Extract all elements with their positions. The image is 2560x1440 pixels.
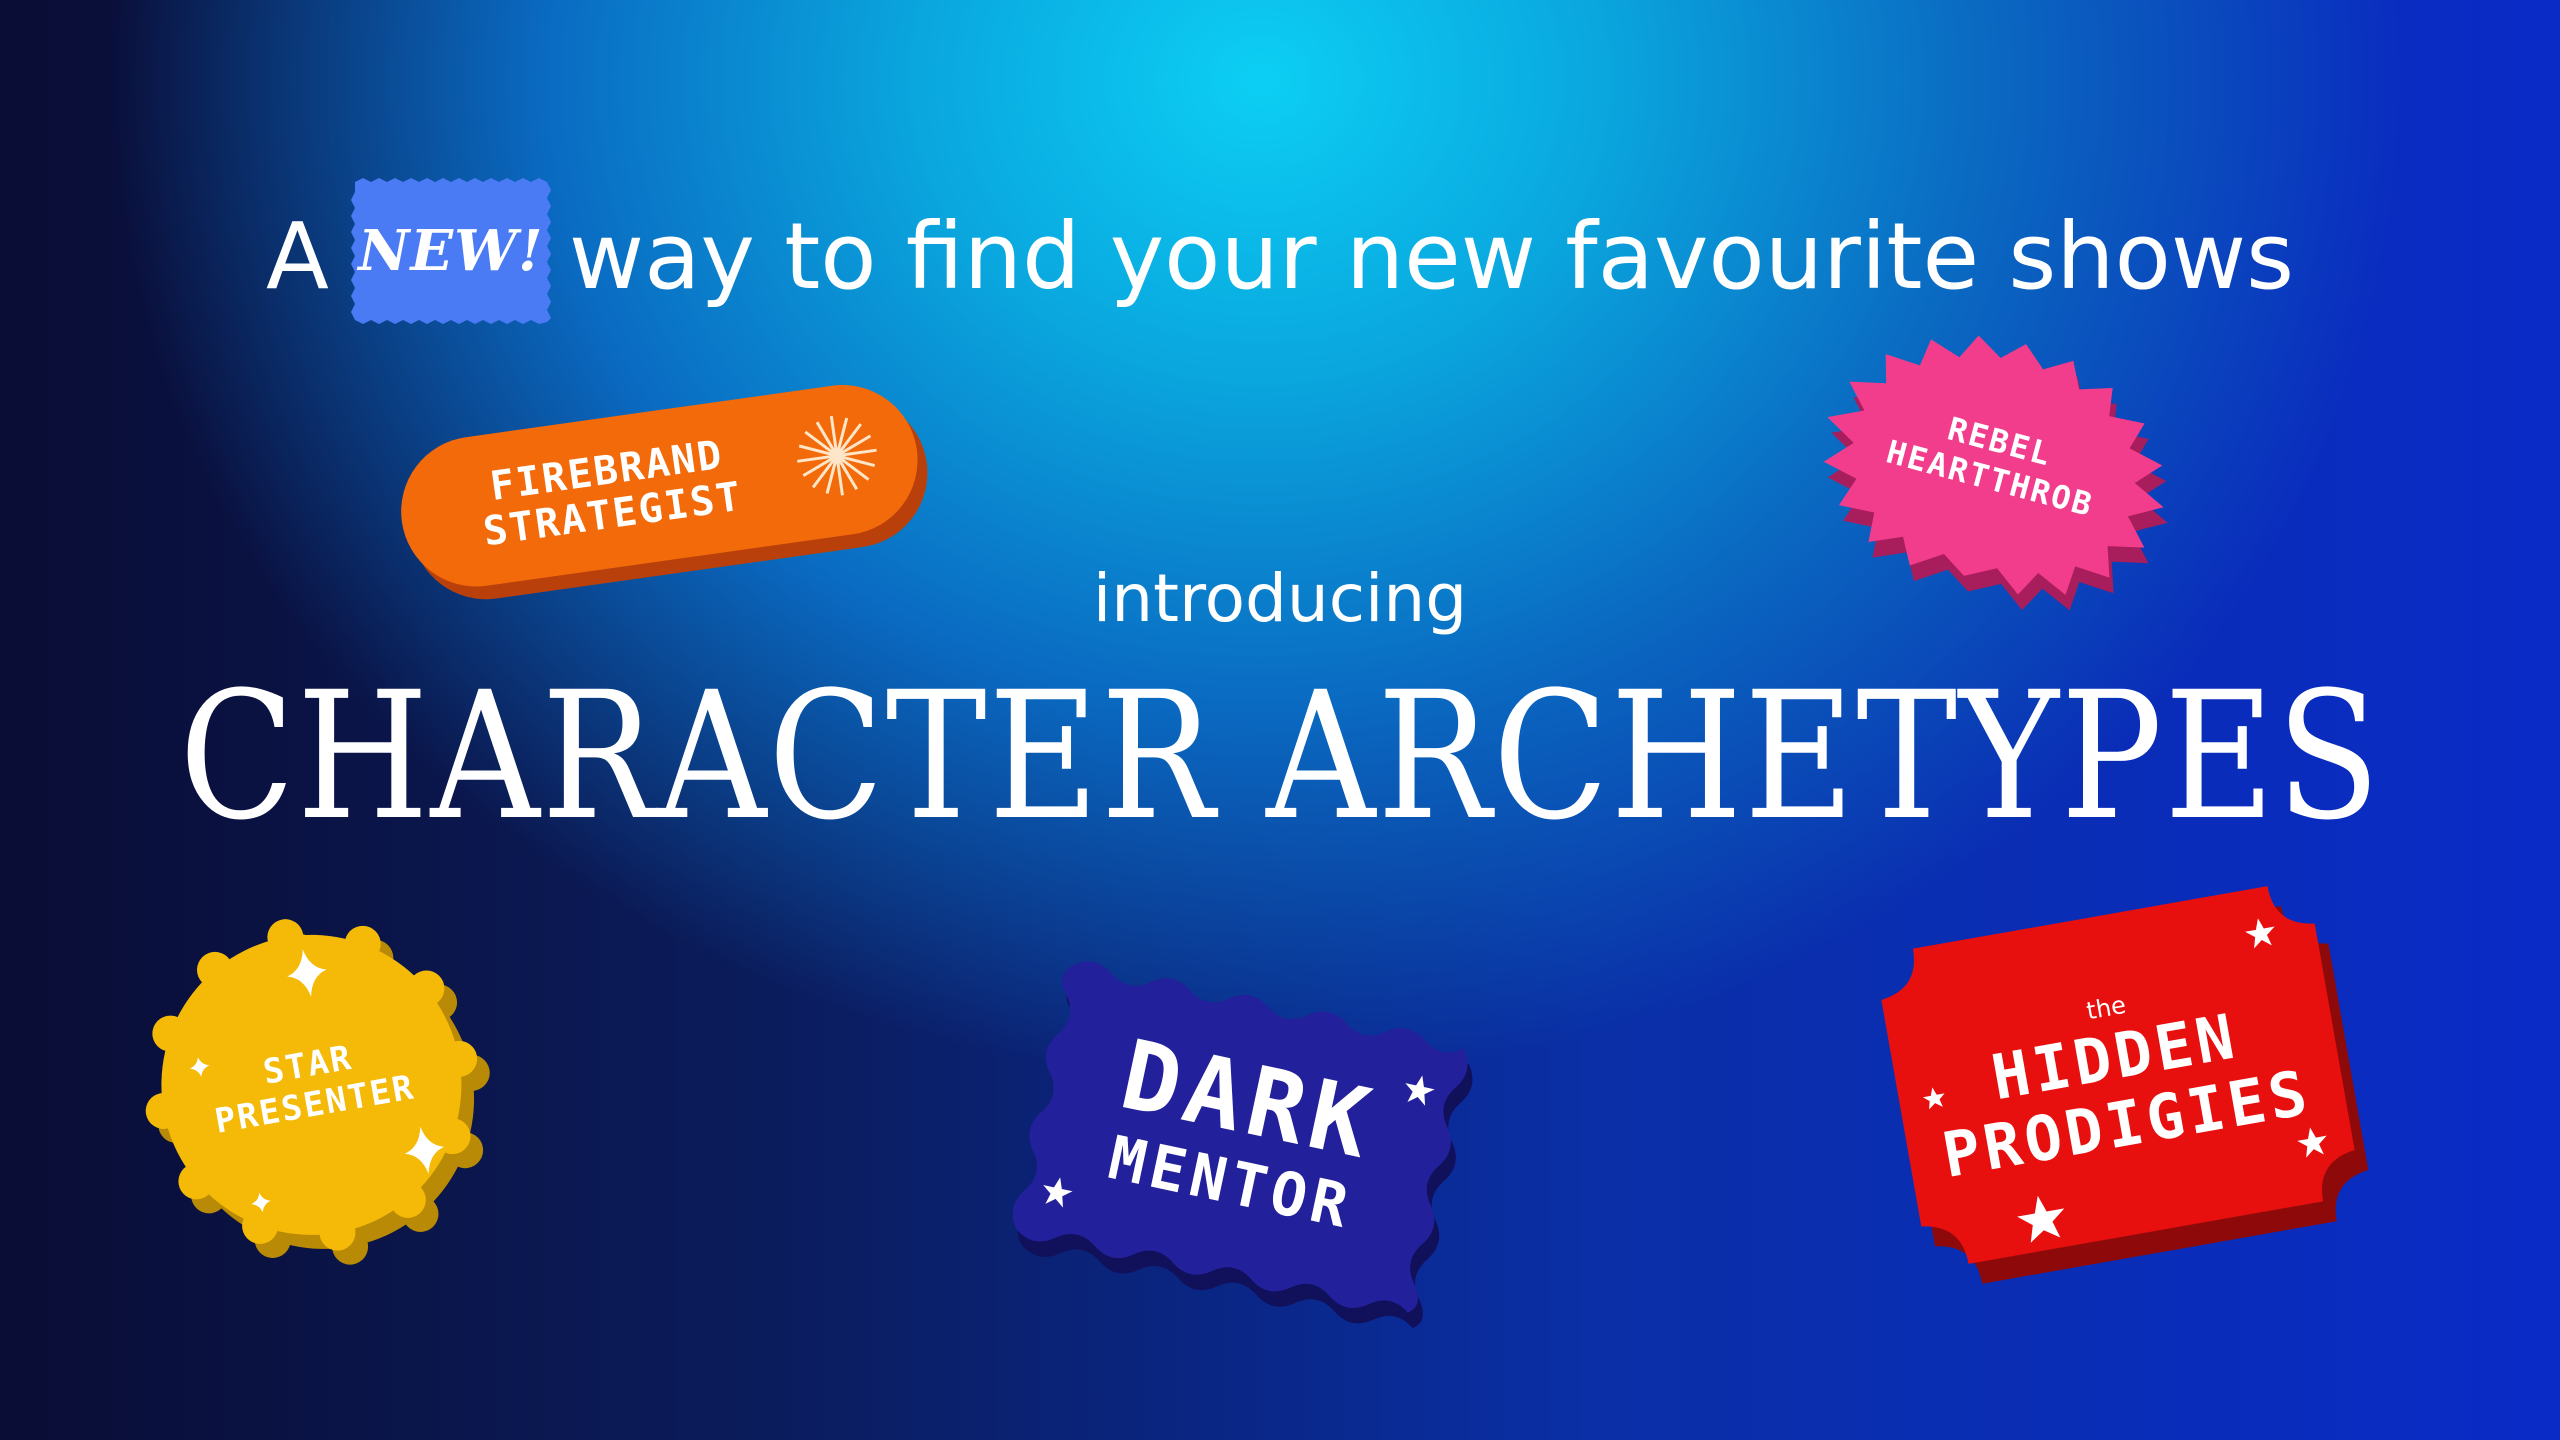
new-badge-label: NEW!: [358, 218, 544, 284]
headline-prefix: A: [265, 203, 329, 310]
new-badge: NEW!: [347, 176, 555, 326]
intro-text: introducing: [1092, 560, 1468, 637]
headline: A NEW! way to find your new favourite sho…: [0, 178, 2560, 332]
headline-suffix: way to find your new favourite shows: [568, 203, 2295, 310]
sticker-star-presenter: STAR PRESENTER: [120, 890, 525, 1295]
sticker-dark-mentor: DARK MENTOR: [993, 942, 1498, 1339]
sticker-hidden-prodigies: the HIDDEN PRODIGIES: [1852, 866, 2384, 1284]
page-title: CHARACTER ARCHETYPES: [179, 654, 2382, 859]
